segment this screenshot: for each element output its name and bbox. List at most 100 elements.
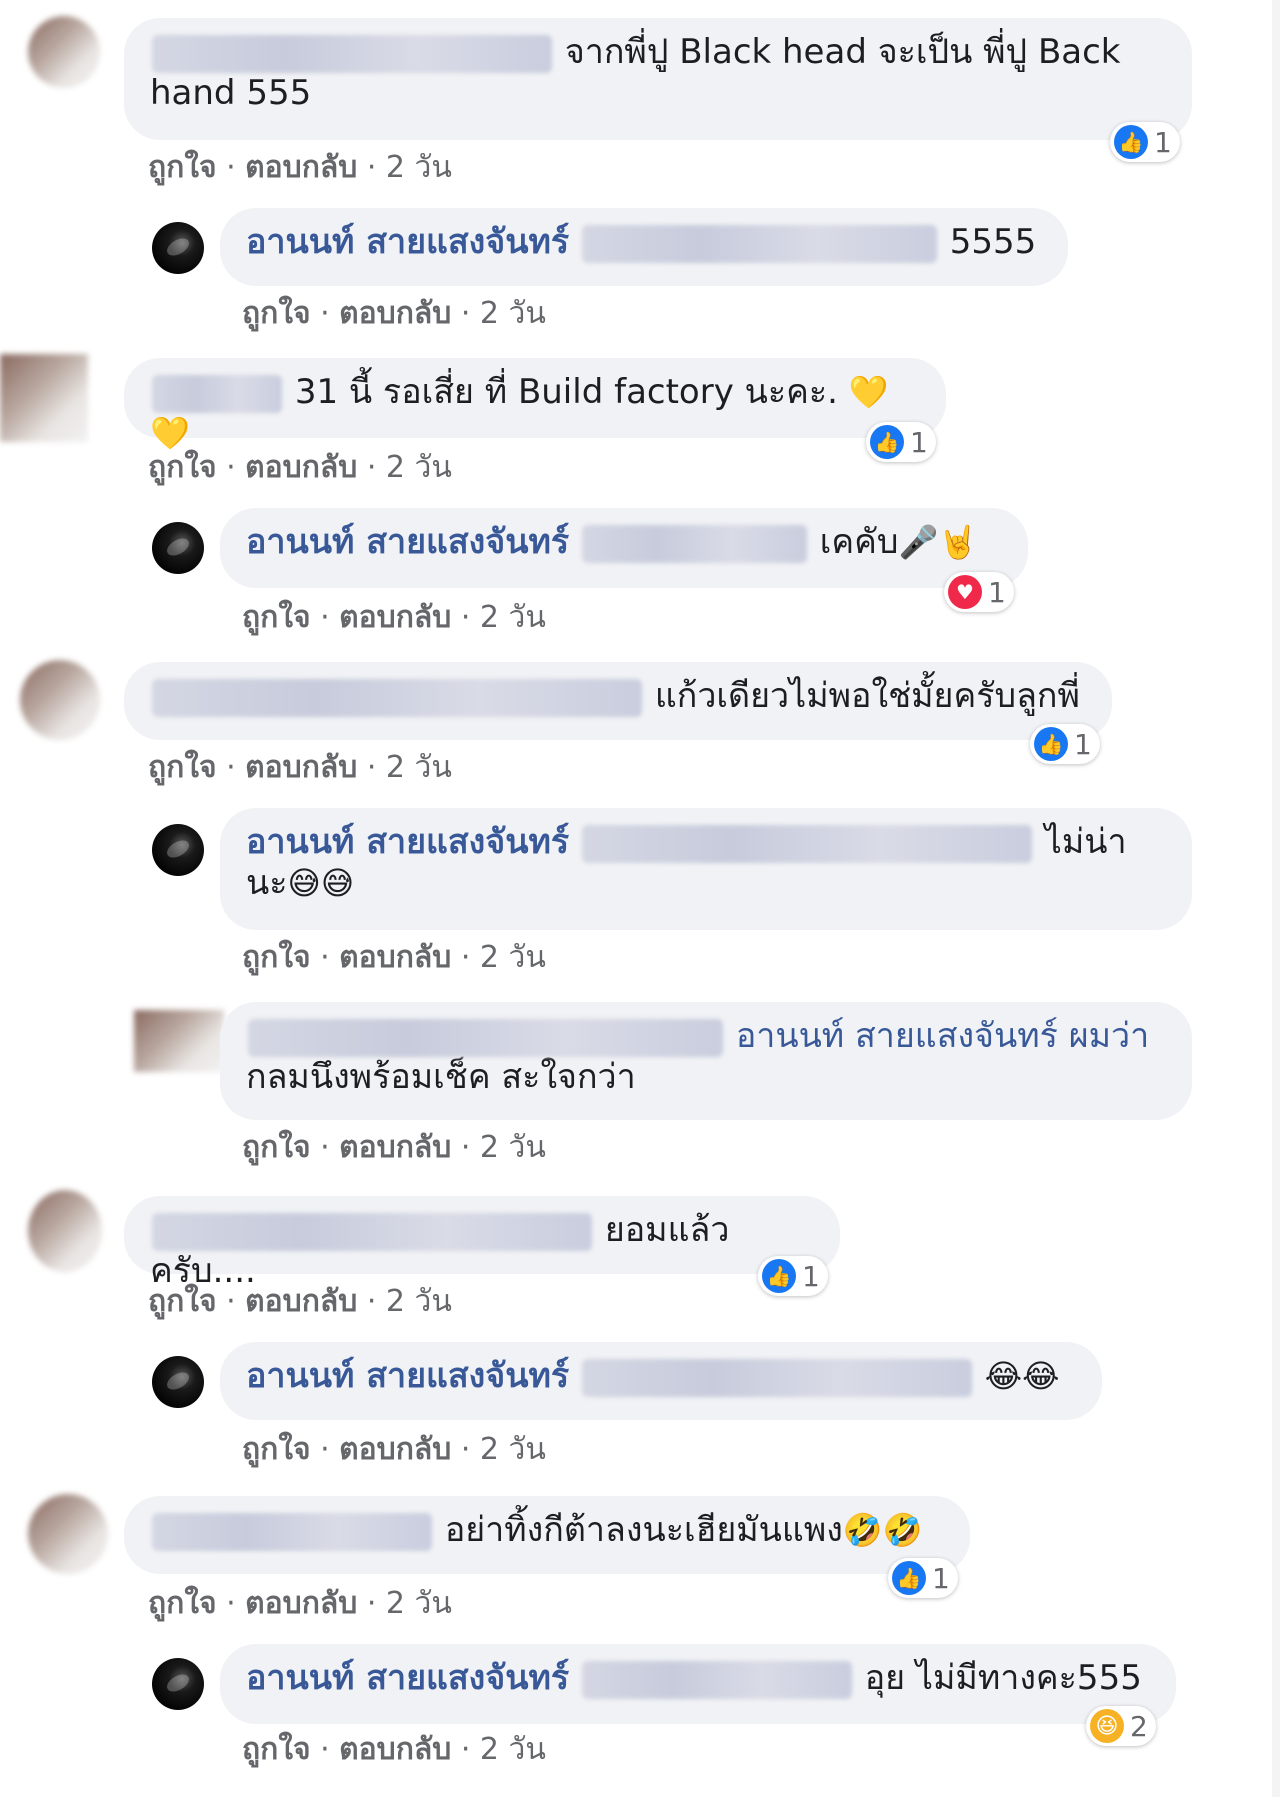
reaction-count: 1 (1074, 727, 1092, 761)
like-button[interactable]: ถูกใจ (242, 600, 311, 635)
reply-button[interactable]: ตอบกลับ (339, 1432, 451, 1467)
redacted-name (248, 1018, 723, 1057)
rofl-emoji: 🤣🤣 (842, 1511, 923, 1549)
timestamp[interactable]: 2 วัน (386, 1586, 452, 1621)
reply-button[interactable]: ตอบกลับ (339, 1130, 451, 1165)
timestamp[interactable]: 2 วัน (386, 1284, 452, 1319)
author-name[interactable]: อานนท์ สายแสงจันทร์ (246, 1658, 569, 1698)
reply-button[interactable]: ตอบกลับ (339, 940, 451, 975)
redacted-name (152, 374, 282, 413)
commenter-avatar[interactable] (20, 660, 100, 740)
like-icon: 👍 (870, 425, 904, 459)
separator: · (451, 296, 480, 331)
reaction-badge[interactable]: 👍 1 (888, 1558, 958, 1598)
separator: · (451, 1732, 480, 1767)
reaction-badge[interactable]: 👍 1 (758, 1256, 828, 1296)
like-button[interactable]: ถูกใจ (148, 150, 217, 185)
like-button[interactable]: ถูกใจ (242, 296, 311, 331)
timestamp[interactable]: 2 วัน (480, 600, 546, 635)
haha-icon: 😆 (1090, 1709, 1124, 1743)
reaction-count: 1 (910, 425, 928, 459)
scrollbar[interactable] (1272, 0, 1280, 1797)
reaction-count: 1 (1154, 125, 1172, 159)
separator: · (451, 600, 480, 635)
owner-avatar[interactable] (152, 824, 204, 876)
author-name[interactable]: อานนท์ สายแสงจันทร์ (246, 222, 569, 262)
like-icon: 👍 (892, 1561, 926, 1595)
reply-text: ไม่น่า (1044, 822, 1127, 862)
reply-button[interactable]: ตอบกลับ (245, 1586, 357, 1621)
commenter-avatar[interactable] (134, 1010, 224, 1072)
commenter-avatar[interactable] (28, 16, 100, 88)
reply-button[interactable]: ตอบกลับ (245, 1284, 357, 1319)
commenter-avatar[interactable] (28, 1494, 108, 1574)
comment-bubble: ยอมแล้วครับ.... (124, 1196, 840, 1290)
comment-text: จากพี่ปู Black head จะเป็น พี่ปู Back (564, 32, 1121, 72)
reply-text: อานนท์ สายแสงจันทร์ ผมว่า (735, 1016, 1150, 1056)
owner-avatar[interactable] (152, 222, 204, 274)
like-button[interactable]: ถูกใจ (242, 940, 311, 975)
reply-bubble: อานนท์ สายแสงจันทร์ ไม่น่า นะ😅😅 (220, 808, 1192, 930)
like-button[interactable]: ถูกใจ (242, 1732, 311, 1767)
reply-button[interactable]: ตอบกลับ (339, 296, 451, 331)
reply-bubble: อานนท์ สายแสงจันทร์ 5555 (220, 208, 1068, 286)
mic-rock-emoji: 🎤🤘 (898, 523, 979, 561)
reaction-badge[interactable]: 👍 1 (866, 422, 936, 462)
like-button[interactable]: ถูกใจ (148, 1284, 217, 1319)
reply-actions: ถูกใจ · ตอบกลับ · 2 วัน (242, 290, 546, 337)
comment-text: อย่าทิ้งกีต้าลงนะเฮียมันแพง (444, 1510, 843, 1550)
comment-bubble: แก้วเดียวไม่พอใช่มั้ยครับลูกพี่ (124, 662, 1112, 740)
reply-button[interactable]: ตอบกลับ (339, 1732, 451, 1767)
reply-text-cont: กลมนึงพร้อมเช็ค สะใจกว่า (246, 1056, 636, 1097)
reply-text: เคคับ (819, 522, 899, 562)
reply-button[interactable]: ตอบกลับ (245, 750, 357, 785)
timestamp[interactable]: 2 วัน (480, 296, 546, 331)
author-name[interactable]: อานนท์ สายแสงจันทร์ (246, 822, 569, 862)
timestamp[interactable]: 2 วัน (386, 150, 452, 185)
reply-text-cont: นะ (246, 862, 288, 903)
redacted-name (581, 1660, 852, 1699)
separator: · (310, 1732, 340, 1767)
separator: · (216, 1586, 246, 1621)
comment-actions: ถูกใจ · ตอบกลับ · 2 วัน (148, 1278, 452, 1325)
timestamp[interactable]: 2 วัน (480, 1432, 546, 1467)
commenter-avatar[interactable] (0, 354, 88, 442)
reply-button[interactable]: ตอบกลับ (245, 150, 357, 185)
separator: · (310, 296, 340, 331)
reaction-count: 1 (932, 1561, 950, 1595)
timestamp[interactable]: 2 วัน (386, 450, 452, 485)
love-icon: ♥ (948, 575, 982, 609)
reaction-badge[interactable]: 😆 2 (1086, 1706, 1156, 1746)
redacted-name (581, 1358, 972, 1397)
owner-avatar[interactable] (152, 522, 204, 574)
like-button[interactable]: ถูกใจ (242, 1432, 311, 1467)
separator: · (216, 150, 246, 185)
redacted-name (581, 824, 1032, 863)
timestamp[interactable]: 2 วัน (386, 750, 452, 785)
separator: · (357, 1284, 386, 1319)
timestamp[interactable]: 2 วัน (480, 940, 546, 975)
timestamp[interactable]: 2 วัน (480, 1130, 546, 1165)
timestamp[interactable]: 2 วัน (480, 1732, 546, 1767)
reaction-badge[interactable]: 👍 1 (1030, 724, 1100, 764)
like-button[interactable]: ถูกใจ (242, 1130, 311, 1165)
separator: · (216, 450, 246, 485)
author-name[interactable]: อานนท์ สายแสงจันทร์ (246, 522, 569, 562)
reply-actions: ถูกใจ · ตอบกลับ · 2 วัน (242, 934, 546, 981)
like-button[interactable]: ถูกใจ (148, 750, 217, 785)
owner-avatar[interactable] (152, 1356, 204, 1408)
redacted-name (152, 678, 642, 717)
reply-button[interactable]: ตอบกลับ (245, 450, 357, 485)
reaction-badge[interactable]: ♥ 1 (944, 572, 1014, 612)
comment-actions: ถูกใจ · ตอบกลับ · 2 วัน (148, 1580, 452, 1627)
author-name[interactable]: อานนท์ สายแสงจันทร์ (246, 1356, 569, 1396)
reply-actions: ถูกใจ · ตอบกลับ · 2 วัน (242, 1124, 546, 1171)
commenter-avatar[interactable] (28, 1190, 102, 1272)
like-icon: 👍 (1114, 125, 1148, 159)
reaction-badge[interactable]: 👍 1 (1110, 122, 1180, 162)
like-button[interactable]: ถูกใจ (148, 450, 217, 485)
like-button[interactable]: ถูกใจ (148, 1586, 217, 1621)
reply-text: อุย ไม่มีทางคะ555 (864, 1658, 1142, 1698)
owner-avatar[interactable] (152, 1658, 204, 1710)
reply-button[interactable]: ตอบกลับ (339, 600, 451, 635)
